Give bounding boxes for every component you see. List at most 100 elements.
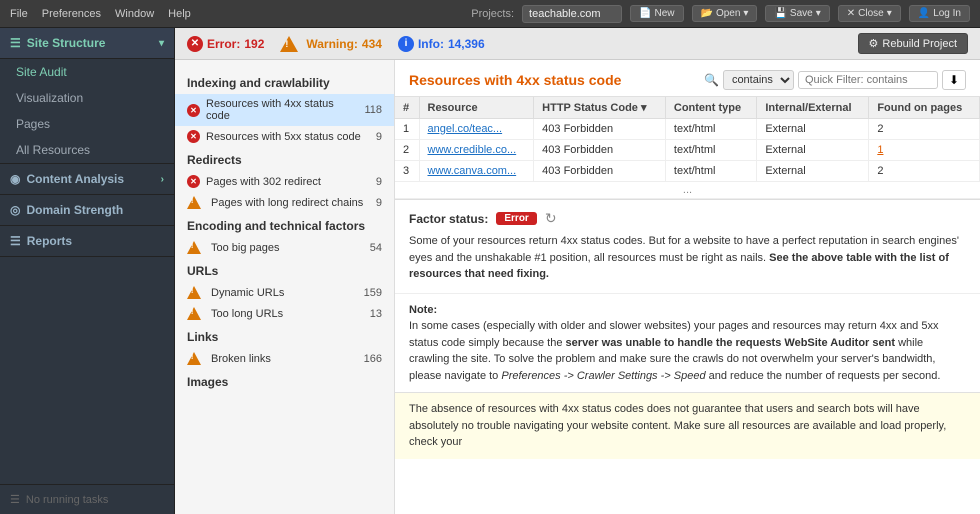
- no-running-tasks-label: No running tasks: [26, 494, 109, 506]
- sidebar-item-visualization[interactable]: Visualization: [0, 85, 174, 111]
- new-icon: 📄: [639, 8, 651, 19]
- audit-item-long-urls[interactable]: Too long URLs 13: [175, 303, 394, 324]
- audit-label-long-urls: Too long URLs: [211, 308, 283, 320]
- factor-description: Some of your resources return 4xx status…: [409, 233, 966, 283]
- filter-input[interactable]: [798, 71, 938, 89]
- cell-num-3: 3: [395, 161, 419, 182]
- count-big-pages: 54: [370, 242, 382, 254]
- warning-icon-big-pages: [187, 241, 201, 254]
- title-bar: File Preferences Window Help Projects: t…: [0, 0, 980, 28]
- status-bar: ✕ Error: 192 Warning: 434 i Info: 14,396…: [175, 28, 980, 60]
- warning-icon-long-urls: [187, 307, 201, 320]
- audit-item-302[interactable]: ✕ Pages with 302 redirect 9: [175, 171, 394, 192]
- audit-item-big-pages[interactable]: Too big pages 54: [175, 237, 394, 258]
- right-panel-title: Resources with 4xx status code: [409, 72, 694, 88]
- menu-file[interactable]: File: [10, 8, 28, 20]
- new-button[interactable]: 📄 New: [630, 5, 683, 22]
- audit-label-302: Pages with 302 redirect: [206, 176, 321, 188]
- rebuild-button[interactable]: ⚙ Rebuild Project: [858, 33, 968, 54]
- search-icon: 🔍: [704, 73, 719, 87]
- col-header-found-on-pages: Found on pages: [869, 97, 980, 119]
- cell-pages-1: 2: [869, 119, 980, 140]
- cell-content-2: text/html: [665, 140, 756, 161]
- count-dynamic: 159: [364, 287, 382, 299]
- cell-pages-2[interactable]: 1: [869, 140, 980, 161]
- audit-item-4xx[interactable]: ✕ Resources with 4xx status code 118: [175, 94, 394, 126]
- cell-internal-3: External: [757, 161, 869, 182]
- info-label: Info:: [418, 37, 444, 51]
- sidebar-reports-header[interactable]: ☰ Reports: [0, 226, 174, 256]
- sidebar-site-structure-header[interactable]: ☰ Site Structure ▾: [0, 28, 174, 59]
- left-panel: Indexing and crawlability ✕ Resources wi…: [175, 60, 395, 514]
- audit-item-long-chains[interactable]: Pages with long redirect chains 9: [175, 192, 394, 213]
- audit-label-dynamic: Dynamic URLs: [211, 287, 284, 299]
- table-row: 2 www.credible.co... 403 Forbidden text/…: [395, 140, 980, 161]
- open-icon: 📂: [701, 8, 713, 19]
- menu-help[interactable]: Help: [168, 8, 191, 20]
- info-badge: i Info: 14,396: [398, 36, 485, 52]
- warning-label: Warning:: [306, 37, 358, 51]
- cell-resource-2[interactable]: www.credible.co...: [419, 140, 534, 161]
- close-button[interactable]: ✕ Close ▾: [838, 5, 901, 22]
- cell-num-1: 1: [395, 119, 419, 140]
- error-icon-4xx: ✕: [187, 104, 200, 117]
- filter-select[interactable]: contains: [723, 70, 794, 90]
- sidebar: ☰ Site Structure ▾ Site Audit Visualizat…: [0, 28, 175, 514]
- reports-icon: ☰: [10, 234, 21, 248]
- login-button[interactable]: 👤 Log In: [909, 5, 970, 22]
- info-count: 14,396: [448, 37, 485, 51]
- audit-label-big-pages: Too big pages: [211, 242, 280, 254]
- open-button[interactable]: 📂 Open ▾: [692, 5, 758, 22]
- right-panel: Resources with 4xx status code 🔍 contain…: [395, 60, 980, 514]
- refresh-icon[interactable]: ↻: [545, 210, 557, 227]
- highlight-section: The absence of resources with 4xx status…: [395, 392, 980, 459]
- rebuild-icon: ⚙: [869, 37, 879, 50]
- factor-status-section: Factor status: Error ↻ Some of your reso…: [395, 200, 980, 294]
- sidebar-item-pages[interactable]: Pages: [0, 111, 174, 137]
- sidebar-item-all-resources[interactable]: All Resources: [0, 137, 174, 163]
- content-analysis-group: ◉ Content Analysis ›: [0, 164, 174, 195]
- menu-window[interactable]: Window: [115, 8, 154, 20]
- menu-preferences[interactable]: Preferences: [42, 8, 101, 20]
- projects-label: Projects:: [471, 8, 514, 20]
- factor-status-label: Factor status:: [409, 212, 488, 226]
- filter-container: 🔍 contains ⬇: [704, 70, 966, 90]
- site-structure-icon: ☰: [10, 36, 21, 50]
- scroll-area[interactable]: Factor status: Error ↻ Some of your reso…: [395, 200, 980, 514]
- error-count: 192: [244, 37, 264, 51]
- pages-label: Pages: [16, 117, 50, 131]
- cell-resource-3[interactable]: www.canva.com...: [419, 161, 534, 182]
- audit-item-broken-links[interactable]: Broken links 166: [175, 348, 394, 369]
- note-bold-1: server was unable to handle the requests…: [566, 337, 895, 349]
- col-header-resource: Resource: [419, 97, 534, 119]
- chevron-down-icon-close: ▾: [887, 8, 892, 19]
- cell-resource-1[interactable]: angel.co/teac...: [419, 119, 534, 140]
- sidebar-domain-strength-header[interactable]: ◎ Domain Strength: [0, 195, 174, 225]
- cell-content-1: text/html: [665, 119, 756, 140]
- sidebar-content-analysis-header[interactable]: ◉ Content Analysis ›: [0, 164, 174, 194]
- warning-count: 434: [362, 37, 382, 51]
- sort-icon[interactable]: ▾: [641, 102, 647, 114]
- table-row: 3 www.canva.com... 403 Forbidden text/ht…: [395, 161, 980, 182]
- audit-label-4xx: Resources with 4xx status code: [206, 98, 358, 122]
- col-header-content-type: Content type: [665, 97, 756, 119]
- table-header-row: # Resource HTTP Status Code ▾ Content ty…: [395, 97, 980, 119]
- save-button[interactable]: 💾 Save ▾: [765, 5, 829, 22]
- count-long-urls: 13: [370, 308, 382, 320]
- download-button[interactable]: ⬇: [942, 70, 966, 90]
- col-header-num: #: [395, 97, 419, 119]
- projects-select[interactable]: teachable.com: [522, 5, 622, 23]
- content-analysis-arrow: ›: [161, 174, 164, 185]
- note-italic: Preferences -> Crawler Settings -> Speed: [501, 370, 705, 382]
- reports-group: ☰ Reports: [0, 226, 174, 257]
- table-wrapper: # Resource HTTP Status Code ▾ Content ty…: [395, 97, 980, 200]
- section-title-redirects: Redirects: [175, 147, 394, 171]
- section-title-urls: URLs: [175, 258, 394, 282]
- audit-item-5xx[interactable]: ✕ Resources with 5xx status code 9: [175, 126, 394, 147]
- sidebar-item-site-audit[interactable]: Site Audit: [0, 59, 174, 85]
- error-badge: ✕ Error: 192: [187, 36, 264, 52]
- content-analysis-label: Content Analysis: [26, 172, 124, 186]
- rebuild-label: Rebuild Project: [882, 38, 957, 50]
- audit-item-dynamic-urls[interactable]: Dynamic URLs 159: [175, 282, 394, 303]
- cell-internal-2: External: [757, 140, 869, 161]
